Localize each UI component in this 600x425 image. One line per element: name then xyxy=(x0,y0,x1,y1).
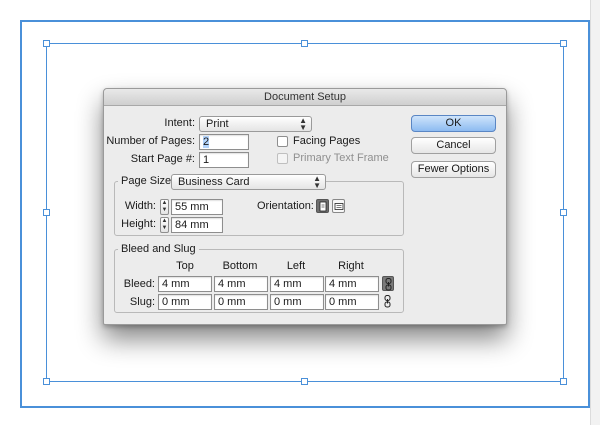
facing-pages-checkbox[interactable] xyxy=(277,136,288,147)
dialog-title: Document Setup xyxy=(104,89,506,106)
slug-bottom-input[interactable]: 0 mm xyxy=(214,294,268,310)
height-label: Height: xyxy=(121,218,156,230)
orientation-label: Orientation: xyxy=(257,200,314,212)
bleed-slug-title: Bleed and Slug xyxy=(118,243,199,255)
select-arrows-icon: ▲ ▼ xyxy=(299,116,307,132)
slug-top-value: 0 mm xyxy=(162,296,190,308)
page-size-value: Business Card xyxy=(178,176,250,188)
resize-handle-top-right[interactable] xyxy=(560,40,567,47)
width-label: Width: xyxy=(124,200,156,212)
pages-value: 2 xyxy=(203,136,210,148)
primary-text-frame-checkbox[interactable] xyxy=(277,153,288,164)
width-input[interactable]: 55 mm xyxy=(171,199,223,215)
slug-right-input[interactable]: 0 mm xyxy=(325,294,379,310)
width-stepper-icon[interactable]: ▲ ▼ xyxy=(160,199,169,215)
height-value: 84 mm xyxy=(175,219,209,231)
width-value: 55 mm xyxy=(175,201,209,213)
fewer-options-button[interactable]: Fewer Options xyxy=(411,161,496,178)
column-header-right: Right xyxy=(338,260,364,272)
height-stepper-icon[interactable]: ▲ ▼ xyxy=(160,217,169,233)
start-page-input[interactable]: 1 xyxy=(199,152,249,168)
resize-handle-bottom-right[interactable] xyxy=(560,378,567,385)
bleed-right-value: 4 mm xyxy=(329,278,357,290)
bleed-top-value: 4 mm xyxy=(162,278,190,290)
resize-handle-top-left[interactable] xyxy=(43,40,50,47)
bleed-link-chain-icon[interactable] xyxy=(382,276,394,291)
facing-pages-label: Facing Pages xyxy=(293,135,361,147)
slug-left-value: 0 mm xyxy=(274,296,302,308)
slug-top-input[interactable]: 0 mm xyxy=(158,294,212,310)
resize-handle-bottom[interactable] xyxy=(301,378,308,385)
page-size-label: Page Size: xyxy=(118,175,178,187)
page-size-select[interactable]: Business Card ▲ ▼ xyxy=(171,174,326,190)
height-input[interactable]: 84 mm xyxy=(171,217,223,233)
resize-handle-right[interactable] xyxy=(560,209,567,216)
slug-label: Slug: xyxy=(129,296,155,308)
bleed-top-input[interactable]: 4 mm xyxy=(158,276,212,292)
intent-label: Intent: xyxy=(164,117,195,129)
resize-handle-bottom-left[interactable] xyxy=(43,378,50,385)
resize-handle-left[interactable] xyxy=(43,209,50,216)
cancel-button[interactable]: Cancel xyxy=(411,137,496,154)
primary-text-frame-label: Primary Text Frame xyxy=(293,152,389,164)
ok-button[interactable]: OK xyxy=(411,115,496,132)
bleed-label: Bleed: xyxy=(123,278,155,290)
bleed-left-input[interactable]: 4 mm xyxy=(270,276,324,292)
start-page-value: 1 xyxy=(203,154,210,166)
pages-label: Number of Pages: xyxy=(106,135,195,147)
slug-link-chain-icon[interactable] xyxy=(382,294,394,309)
bleed-bottom-input[interactable]: 4 mm xyxy=(214,276,268,292)
slug-bottom-value: 0 mm xyxy=(218,296,246,308)
bleed-bottom-value: 4 mm xyxy=(218,278,246,290)
column-header-left: Left xyxy=(286,260,306,272)
slug-right-value: 0 mm xyxy=(329,296,357,308)
resize-handle-top[interactable] xyxy=(301,40,308,47)
column-header-bottom: Bottom xyxy=(222,260,258,272)
landscape-orientation-icon[interactable] xyxy=(332,199,345,213)
select-arrows-icon: ▲ ▼ xyxy=(313,174,321,190)
slug-left-input[interactable]: 0 mm xyxy=(270,294,324,310)
bleed-right-input[interactable]: 4 mm xyxy=(325,276,379,292)
pages-input[interactable]: 2 xyxy=(199,134,249,150)
bleed-left-value: 4 mm xyxy=(274,278,302,290)
canvas-right-edge xyxy=(590,0,600,425)
portrait-orientation-icon[interactable] xyxy=(316,199,329,213)
intent-value: Print xyxy=(206,118,229,130)
start-page-label: Start Page #: xyxy=(130,153,195,165)
column-header-top: Top xyxy=(176,260,194,272)
document-setup-dialog: Document Setup Intent: Print ▲ ▼ Number o… xyxy=(103,88,507,325)
intent-select[interactable]: Print ▲ ▼ xyxy=(199,116,312,132)
